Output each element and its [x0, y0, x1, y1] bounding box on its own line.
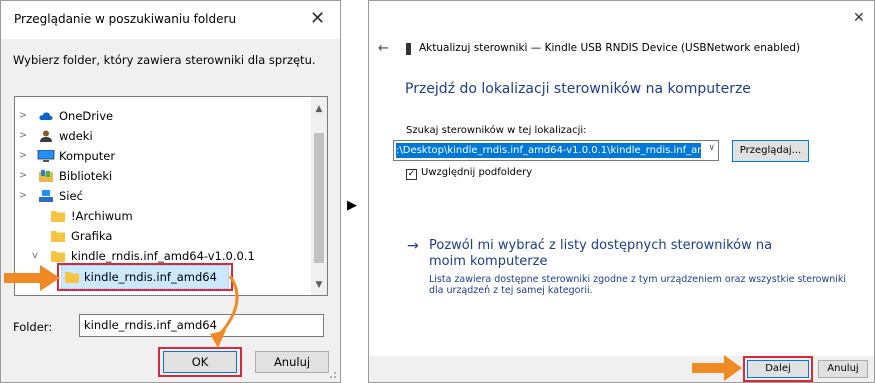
folder-icon: [51, 211, 65, 222]
tree-item-computer[interactable]: > Komputer: [15, 146, 311, 166]
tree-item-libraries[interactable]: > Biblioteki: [15, 166, 311, 186]
back-arrow-icon[interactable]: ←: [378, 41, 389, 56]
tree-item-network[interactable]: > Sieć: [15, 186, 311, 206]
search-location-label: Szukaj sterowników w tej lokalizacji:: [406, 125, 587, 136]
include-subfolders-label: Uwzględnij podfoldery: [421, 167, 533, 178]
folder-icon: [51, 251, 65, 262]
folder-icon: [51, 231, 65, 242]
link-arrow-icon[interactable]: →: [407, 238, 419, 254]
next-highlight-box: [743, 356, 813, 382]
user-icon: [40, 130, 52, 142]
tree-item-archive[interactable]: !Archiwum: [15, 206, 311, 226]
tree-item-label: Biblioteki: [59, 169, 113, 183]
chevron-right-icon[interactable]: >: [18, 126, 28, 146]
update-drivers-wizard: ✕ ← Aktualizuj sterowniki — Kindle USB R…: [368, 0, 875, 383]
scroll-down-icon[interactable]: ▼: [311, 277, 327, 293]
close-icon[interactable]: ✕: [853, 9, 865, 27]
cloud-icon: [39, 112, 53, 120]
chevron-right-icon[interactable]: >: [18, 186, 28, 206]
wizard-header: Aktualizuj sterowniki — Kindle USB RNDIS…: [419, 42, 801, 54]
tree-item-label: Sieć: [59, 189, 83, 203]
tree-item-label: OneDrive: [59, 109, 114, 123]
libraries-icon: [39, 170, 53, 182]
chevron-down-icon[interactable]: ∨: [708, 143, 715, 153]
close-icon[interactable]: ✕: [310, 10, 325, 28]
device-icon: [406, 43, 411, 55]
tree-item-label: wdeki: [59, 129, 93, 143]
chevron-right-icon[interactable]: >: [18, 166, 28, 186]
next-step-arrow-icon: ▶: [347, 198, 357, 213]
scroll-up-icon[interactable]: ▲: [311, 101, 327, 117]
tree-item-label: Grafika: [71, 229, 113, 243]
pick-from-list-link[interactable]: Pozwól mi wybrać z listy dostępnych ster…: [429, 238, 799, 270]
pointer-arrow-icon: [692, 355, 742, 381]
tree-item-label: Komputer: [59, 149, 116, 163]
tree-item-user[interactable]: > wdeki: [15, 126, 311, 146]
title-bar: Przeglądanie w poszukiwaniu folderu ✕: [1, 1, 340, 39]
folder-label: Folder:: [13, 320, 53, 334]
browse-folder-dialog: Przeglądanie w poszukiwaniu folderu ✕ Wy…: [0, 0, 341, 383]
chevron-right-icon[interactable]: >: [18, 146, 28, 166]
cancel-button[interactable]: Anuluj: [818, 360, 868, 378]
network-icon: [39, 190, 53, 202]
browse-button[interactable]: Przeglądaj...: [732, 140, 809, 162]
resize-grip-icon[interactable]: [327, 369, 337, 379]
tree-item-graphics[interactable]: Grafika: [15, 226, 311, 246]
chevron-right-icon[interactable]: >: [18, 106, 28, 126]
page-heading: Przejdź do lokalizacji sterowników na ko…: [405, 81, 751, 97]
driver-path-value[interactable]: :\Desktop\kindle_rndis.inf_amd64-v1.0.0.…: [396, 143, 701, 158]
tree-item-onedrive[interactable]: > OneDrive: [15, 106, 311, 126]
pick-from-list-description: Lista zawiera dostępne sterowniki zgodne…: [429, 274, 847, 296]
cancel-button[interactable]: Anuluj: [255, 351, 329, 373]
pointer-arrow-icon: [4, 265, 60, 291]
dialog-description: Wybierz folder, który zawiera sterowniki…: [13, 53, 316, 67]
dialog-title: Przeglądanie w poszukiwaniu folderu: [14, 12, 237, 26]
include-subfolders-checkbox[interactable]: ✓: [406, 169, 417, 180]
driver-path-combobox[interactable]: :\Desktop\kindle_rndis.inf_amd64-v1.0.0.…: [393, 140, 719, 161]
tree-item-label: !Archiwum: [71, 209, 133, 223]
computer-icon: [37, 150, 55, 162]
curved-arrow-icon: [210, 275, 239, 348]
vertical-scrollbar[interactable]: ▲ ▼: [311, 97, 327, 295]
scroll-thumb[interactable]: [314, 133, 324, 263]
